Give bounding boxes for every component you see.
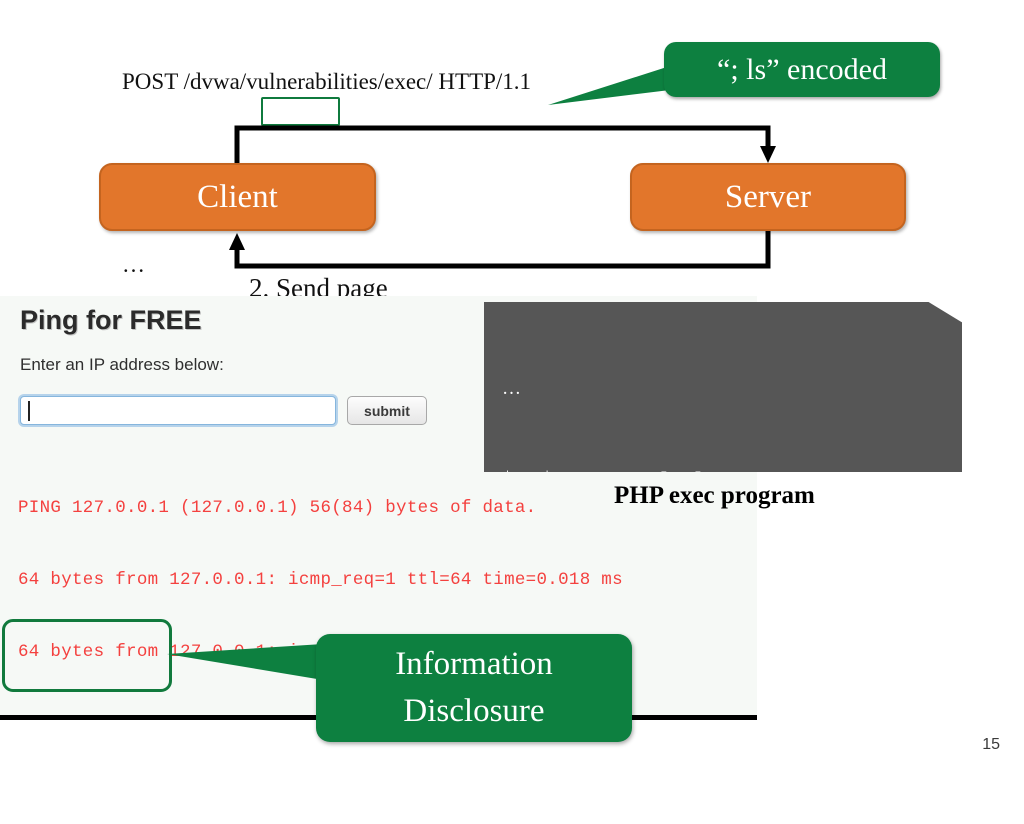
dvwa-page-title: Ping for FREE [20, 305, 202, 335]
encoded-callout: “; ls” encoded [664, 42, 940, 97]
page-number: 15 [982, 736, 1000, 753]
php-code-callout: … $t = $_REQUEST[‘ip']; $o = shell_exec(… [484, 302, 962, 472]
information-disclosure-callout: Information Disclosure [316, 634, 632, 742]
php-exec-program-label: PHP exec program [614, 482, 815, 509]
http-request-line-1: POST /dvwa/vulnerabilities/exec/ HTTP/1.… [122, 69, 532, 94]
slide-canvas: POST /dvwa/vulnerabilities/exec/ HTTP/1.… [0, 0, 1024, 768]
output-line: 64 bytes from 127.0.0.1: icmp_req=1 ttl=… [18, 570, 623, 590]
client-node-label: Client [197, 178, 278, 215]
information-disclosure-line-1: Information [395, 646, 553, 682]
dvwa-submit-button[interactable]: submit [347, 396, 427, 425]
server-node: Server [630, 163, 906, 231]
client-node: Client [99, 163, 376, 231]
http-request-line-3: … [122, 252, 146, 277]
ls-output-highlight-box [2, 619, 172, 692]
encoded-callout-label: “; ls” encoded [717, 52, 887, 86]
text-cursor-icon [28, 401, 30, 421]
output-line: PING 127.0.0.1 (127.0.0.1) 56(84) bytes … [18, 498, 537, 518]
server-node-label: Server [724, 178, 812, 215]
dvwa-ip-input[interactable] [20, 396, 336, 425]
php-code-line: … [502, 378, 522, 399]
information-disclosure-line-2: Disclosure [403, 693, 545, 729]
dvwa-ip-field-label: Enter an IP address below: [20, 355, 224, 374]
encoded-payload-highlight-box [261, 97, 340, 126]
